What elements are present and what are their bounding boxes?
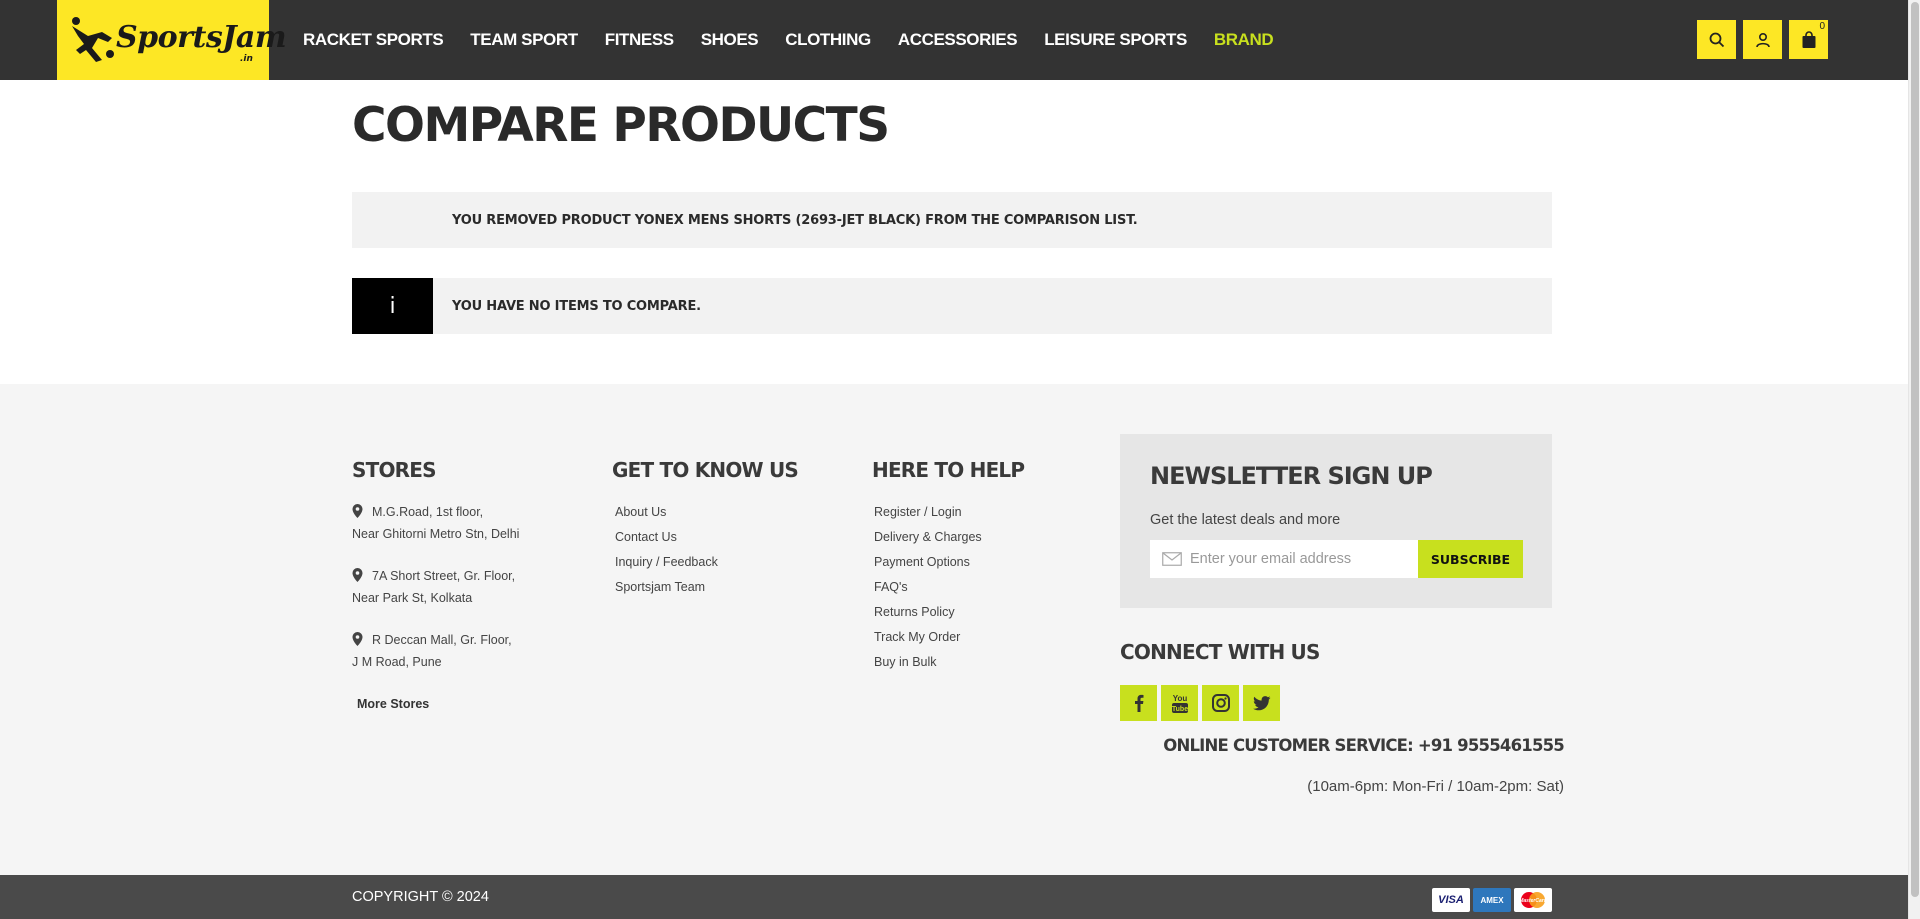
store-line-1: M.G.Road, 1st floor, bbox=[372, 505, 484, 519]
nav-fitness[interactable]: FITNESS bbox=[605, 30, 674, 50]
store-line-2: J M Road, Pune bbox=[352, 655, 442, 669]
delivery-charges-link[interactable]: Delivery & Charges bbox=[874, 530, 982, 544]
site-logo[interactable]: SportsJam .in bbox=[57, 0, 287, 80]
search-button[interactable] bbox=[1697, 20, 1736, 59]
logo-inner: SportsJam .in bbox=[68, 12, 287, 68]
store-line-1: R Deccan Mall, Gr. Floor, bbox=[372, 633, 512, 647]
twitter-icon bbox=[1252, 695, 1270, 710]
instagram-icon bbox=[1211, 694, 1230, 712]
newsletter-box: NEWSLETTER SIGN UP Get the latest deals … bbox=[1120, 434, 1552, 608]
mail-icon bbox=[1162, 552, 1182, 566]
player-logo-icon bbox=[72, 17, 114, 62]
bag-icon bbox=[1802, 30, 1815, 48]
newsletter-subtitle: Get the latest deals and more bbox=[1150, 512, 1341, 528]
logo-text: SportsJam bbox=[116, 20, 287, 55]
svg-text:You: You bbox=[1172, 694, 1187, 703]
search-icon bbox=[1709, 32, 1724, 47]
visa-card-icon: VISA bbox=[1432, 888, 1470, 912]
track-order-link[interactable]: Track My Order bbox=[874, 630, 960, 644]
info-icon: i bbox=[352, 278, 433, 334]
map-pin-icon bbox=[352, 504, 363, 518]
buy-in-bulk-link[interactable]: Buy in Bulk bbox=[874, 655, 937, 669]
youtube-icon: You Tube bbox=[1171, 694, 1188, 713]
page-scrollbar[interactable] bbox=[1908, 0, 1920, 919]
store-line-2: Near Ghitorni Metro Stn, Delhi bbox=[352, 527, 520, 541]
customer-service-hours: (10am-6pm: Mon-Fri / 10am-2pm: Sat) bbox=[1307, 778, 1564, 795]
page-title: COMPARE PRODUCTS bbox=[352, 98, 890, 153]
nav-shoes[interactable]: SHOES bbox=[701, 30, 759, 50]
cart-count: 0 bbox=[1819, 21, 1825, 32]
mastercard-icon: MasterCard bbox=[1514, 888, 1552, 912]
newsletter-email-input[interactable] bbox=[1190, 541, 1410, 577]
register-login-link[interactable]: Register / Login bbox=[874, 505, 962, 519]
bottom-bar: COPYRIGHT © 2024 VISA AMEX MasterCard bbox=[0, 875, 1908, 919]
facebook-icon bbox=[1134, 694, 1143, 712]
customer-service-phone: ONLINE CUSTOMER SERVICE: +91 9555461555 bbox=[1163, 736, 1565, 755]
sportsjam-team-link[interactable]: Sportsjam Team bbox=[615, 580, 705, 594]
nav-team-sport[interactable]: TEAM SPORT bbox=[470, 30, 578, 50]
facebook-link[interactable] bbox=[1120, 685, 1157, 721]
nav-accessories[interactable]: ACCESSORIES bbox=[898, 30, 1018, 50]
removed-notice: YOU REMOVED PRODUCT YONEX MENS SHORTS (2… bbox=[352, 192, 1552, 248]
payment-options-link[interactable]: Payment Options bbox=[874, 555, 970, 569]
social-links: You Tube bbox=[1120, 685, 1284, 721]
store-line-2: Near Park St, Kolkata bbox=[352, 591, 473, 605]
removed-message: YOU REMOVED PRODUCT YONEX MENS SHORTS (2… bbox=[452, 212, 1138, 228]
help-title: HERE TO HELP bbox=[872, 458, 1025, 482]
site-header: SportsJam .in RACKET SPORTS TEAM SPORT F… bbox=[0, 0, 1908, 80]
nav-brand[interactable]: BRAND bbox=[1214, 30, 1274, 50]
cart-button[interactable]: 0 bbox=[1789, 20, 1828, 59]
more-stores-link[interactable]: More Stores bbox=[357, 697, 429, 711]
inquiry-feedback-link[interactable]: Inquiry / Feedback bbox=[615, 555, 718, 569]
empty-notice: i YOU HAVE NO ITEMS TO COMPARE. bbox=[352, 278, 1552, 334]
main-nav: RACKET SPORTS TEAM SPORT FITNESS SHOES C… bbox=[303, 0, 1300, 80]
stores-title: STORES bbox=[352, 458, 437, 482]
logo-domain: .in bbox=[240, 54, 253, 64]
amex-card-icon: AMEX bbox=[1473, 888, 1511, 912]
faqs-link[interactable]: FAQ's bbox=[874, 580, 908, 594]
account-button[interactable] bbox=[1743, 20, 1782, 59]
scrollbar-thumb[interactable] bbox=[1911, 2, 1919, 897]
svg-text:Tube: Tube bbox=[1171, 706, 1187, 713]
nav-leisure-sports[interactable]: LEISURE SPORTS bbox=[1044, 30, 1187, 50]
store-address: 7A Short Street, Gr. Floor, Near Park St… bbox=[352, 565, 515, 609]
user-icon bbox=[1755, 32, 1770, 47]
store-address: M.G.Road, 1st floor, Near Ghitorni Metro… bbox=[352, 501, 519, 545]
instagram-link[interactable] bbox=[1202, 685, 1239, 721]
empty-message: YOU HAVE NO ITEMS TO COMPARE. bbox=[452, 298, 701, 314]
store-address: R Deccan Mall, Gr. Floor, J M Road, Pune bbox=[352, 629, 512, 673]
nav-clothing[interactable]: CLOTHING bbox=[785, 30, 871, 50]
about-us-link[interactable]: About Us bbox=[615, 505, 666, 519]
copyright: COPYRIGHT © 2024 bbox=[352, 889, 489, 905]
mastercard-label: MasterCard bbox=[1519, 898, 1547, 904]
map-pin-icon bbox=[352, 632, 363, 646]
newsletter-input-wrap bbox=[1150, 540, 1418, 578]
map-pin-icon bbox=[352, 568, 363, 582]
youtube-link[interactable]: You Tube bbox=[1161, 685, 1198, 721]
contact-us-link[interactable]: Contact Us bbox=[615, 530, 677, 544]
newsletter-title: NEWSLETTER SIGN UP bbox=[1150, 462, 1433, 490]
header-actions: 0 bbox=[1697, 20, 1835, 59]
store-line-1: 7A Short Street, Gr. Floor, bbox=[372, 569, 516, 583]
know-title: GET TO KNOW US bbox=[612, 458, 799, 482]
twitter-link[interactable] bbox=[1243, 685, 1280, 721]
connect-title: CONNECT WITH US bbox=[1120, 640, 1320, 664]
nav-racket-sports[interactable]: RACKET SPORTS bbox=[303, 30, 444, 50]
subscribe-button[interactable]: SUBSCRIBE bbox=[1418, 540, 1523, 578]
returns-policy-link[interactable]: Returns Policy bbox=[874, 605, 955, 619]
payment-cards: VISA AMEX MasterCard bbox=[1432, 888, 1555, 912]
